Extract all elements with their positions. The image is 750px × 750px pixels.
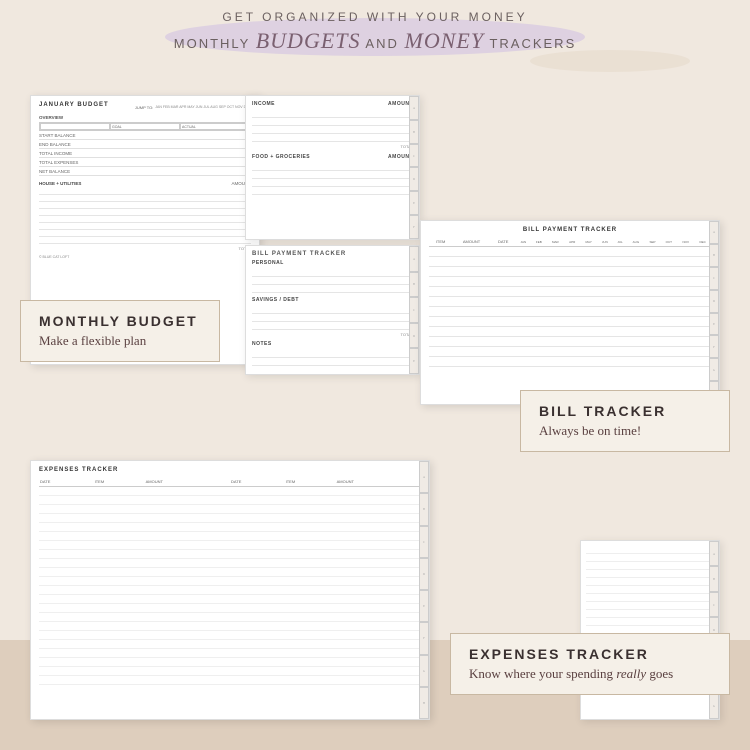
bill-table-row xyxy=(429,357,711,367)
monthly-budget-label-box: MONTHLY BUDGET Make a flexible plan xyxy=(20,300,220,362)
expenses-table: DATE ITEM AMOUNT DATE ITEM AMOUNT xyxy=(39,477,421,685)
goal-cell: GOAL xyxy=(110,123,180,130)
overview-grid: GOAL ACTUAL xyxy=(39,122,251,131)
expenses-table-row xyxy=(39,631,421,640)
bill-table-row xyxy=(429,327,711,337)
header-monthly: MONTHLY xyxy=(174,36,250,51)
budget-row: START BALANCE xyxy=(39,131,251,140)
actual-cell: ACTUAL xyxy=(180,123,250,130)
expenses-table-row xyxy=(39,514,421,523)
expenses-label-sub: Know where your spending really goes xyxy=(469,666,711,682)
expenses-table-row xyxy=(39,496,421,505)
budget-row: END BALANCE xyxy=(39,140,251,149)
expenses-table-row xyxy=(39,505,421,514)
bill-table-row xyxy=(429,287,711,297)
budget-row: NET BALANCE xyxy=(39,167,251,176)
budget-row: TOTAL EXPENSES xyxy=(39,158,251,167)
expenses-tracker-label-box: EXPENSES TRACKER Know where your spendin… xyxy=(450,633,730,695)
bill-label-title: BILL TRACKER xyxy=(539,403,711,419)
header-and: AND xyxy=(365,36,398,51)
expenses-table-row xyxy=(39,532,421,541)
income-card-tabs: A B C D E F xyxy=(409,96,419,239)
expenses-table-row xyxy=(39,613,421,622)
expenses-card-side-tabs: A B C D E F G H xyxy=(419,461,429,719)
bill-label-sub: Always be on time! xyxy=(539,423,711,439)
bill-table-row xyxy=(429,347,711,357)
expenses-table-row xyxy=(39,550,421,559)
bill-table: ITEM AMOUNT DATE JAN FEB MAR APR MAY JUN… xyxy=(429,237,711,367)
expenses-tracker-card: EXPENSES TRACKER DATE ITEM AMOUNT DATE I… xyxy=(30,460,430,720)
income-card: INCOME AMOUNT TOTAL FOOD + GROCERIES AMO… xyxy=(245,95,420,240)
personal-card: BILL PAYMENT TRACKER PERSONAL SAVINGS / … xyxy=(245,245,420,375)
expenses-label-title: EXPENSES TRACKER xyxy=(469,646,711,662)
expenses-table-row xyxy=(39,604,421,613)
bill-card-side-tabs: A B C D E F G H xyxy=(709,221,719,404)
bill-card-title: BILL PAYMENT TRACKER xyxy=(429,227,711,233)
expenses-table-row xyxy=(39,577,421,586)
expenses-table-row xyxy=(39,523,421,532)
bill-tracker-card: BILL PAYMENT TRACKER ITEM AMOUNT DATE JA… xyxy=(420,220,720,405)
bill-table-row xyxy=(429,277,711,287)
expenses-table-row xyxy=(39,559,421,568)
monthly-label-title: MONTHLY BUDGET xyxy=(39,313,201,329)
bill-table-row xyxy=(429,317,711,327)
expenses-table-row xyxy=(39,622,421,631)
expenses-table-row xyxy=(39,649,421,658)
house-label: HOUSE + UTILITIES xyxy=(39,181,81,186)
budget-card-title: JANUARY BUDGET xyxy=(39,102,109,108)
expenses-table-row xyxy=(39,568,421,577)
expenses-table-row xyxy=(39,640,421,649)
bill-table-row xyxy=(429,267,711,277)
expenses-table-row xyxy=(39,658,421,667)
header-money: money xyxy=(405,28,485,53)
header-budgets: budgets xyxy=(256,28,361,53)
expenses-table-row xyxy=(39,487,421,496)
budget-footer: © BLUE CAT LOFT xyxy=(39,255,251,259)
expenses-table-row xyxy=(39,541,421,550)
bill-table-row xyxy=(429,297,711,307)
expenses-table-row xyxy=(39,586,421,595)
jump-to: JUMP TO: JAN FEB MAR APR MAY JUN JUL AUG… xyxy=(135,105,251,110)
bill-table-row xyxy=(429,257,711,267)
header-trackers: TRACKERS xyxy=(489,36,576,51)
bill-tracker-label-box: BILL TRACKER Always be on time! xyxy=(520,390,730,452)
overview-label: OVERVIEW xyxy=(39,115,251,120)
bill-payment-tracker-title: BILL PAYMENT TRACKER xyxy=(252,251,413,257)
bill-table-row xyxy=(429,337,711,347)
header-line1: GET ORGANIZED WITH YOUR MONEY xyxy=(0,10,750,24)
budget-rows: START BALANCEEND BALANCETOTAL INCOMETOTA… xyxy=(39,131,251,176)
expenses-card-title: EXPENSES TRACKER xyxy=(39,467,421,473)
house-lines xyxy=(39,188,251,244)
bill-table-row xyxy=(429,307,711,317)
header-line2: MONTHLY budgets AND money TRACKERS xyxy=(0,28,750,54)
expenses-table-row xyxy=(39,667,421,676)
expenses-table-row xyxy=(39,676,421,685)
expenses-table-row xyxy=(39,595,421,604)
personal-card-tabs: A B C D E xyxy=(409,246,419,374)
budget-row: TOTAL INCOME xyxy=(39,149,251,158)
monthly-label-sub: Make a flexible plan xyxy=(39,333,201,349)
page-header: GET ORGANIZED WITH YOUR MONEY MONTHLY bu… xyxy=(0,10,750,54)
bill-table-row xyxy=(429,247,711,257)
